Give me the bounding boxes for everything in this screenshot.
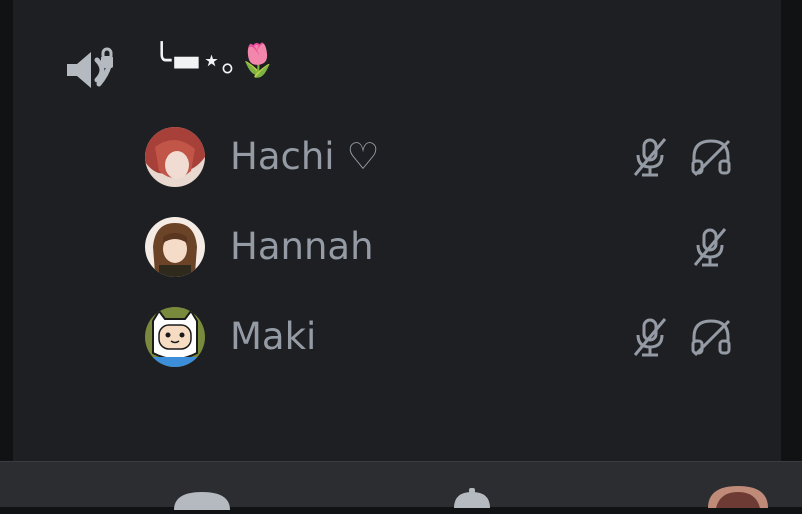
mic-muted-icon	[629, 315, 673, 359]
profile-avatar[interactable]	[706, 484, 770, 512]
voice-channel-lock-icon	[63, 46, 119, 94]
user-name: Hannah	[230, 225, 374, 268]
user-name: Maki	[230, 315, 317, 358]
user-avatar	[145, 217, 205, 277]
user-name: Hachi ♡	[230, 135, 380, 178]
voice-user-row[interactable]: Hannah	[13, 217, 781, 281]
home-icon[interactable]	[172, 490, 232, 514]
mic-muted-icon	[689, 225, 733, 269]
voice-channel[interactable]: ╰▬⋆｡🌷	[13, 38, 781, 104]
voice-channel-panel: ╰▬⋆｡🌷 Hachi ♡ Hannah Maki	[13, 0, 781, 461]
notifications-icon[interactable]	[450, 488, 494, 512]
user-avatar	[145, 127, 205, 187]
user-avatar	[145, 307, 205, 367]
voice-user-row[interactable]: Maki	[13, 307, 781, 371]
deafened-icon	[689, 315, 733, 359]
mic-muted-icon	[629, 135, 673, 179]
voice-channel-name: ╰▬⋆｡🌷	[152, 41, 278, 79]
deafened-icon	[689, 135, 733, 179]
voice-user-row[interactable]: Hachi ♡	[13, 127, 781, 191]
bottom-navigation-bar	[0, 461, 802, 510]
